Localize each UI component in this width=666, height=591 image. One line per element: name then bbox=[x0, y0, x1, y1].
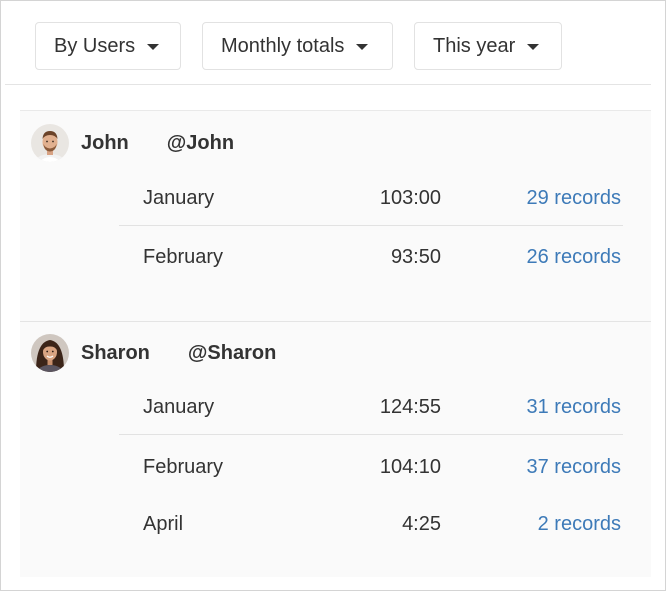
month-label: February bbox=[143, 246, 224, 268]
report-frame: By Users Monthly totals This year John @… bbox=[0, 0, 666, 591]
records-link[interactable]: 31 records bbox=[527, 396, 622, 419]
records-link[interactable]: 2 records bbox=[538, 513, 621, 536]
group-by-label: By Users bbox=[54, 34, 136, 57]
table-row: January 124:55 31 records bbox=[119, 382, 622, 432]
records-link[interactable]: 37 records bbox=[527, 456, 622, 479]
aggregation-dropdown[interactable]: Monthly totals bbox=[202, 22, 393, 70]
time-total: 93:50 bbox=[390, 246, 441, 268]
month-label: April bbox=[143, 513, 184, 535]
avatar bbox=[31, 334, 69, 372]
time-total: 103:00 bbox=[379, 187, 441, 209]
table-row: January 103:00 29 records bbox=[119, 173, 622, 223]
time-total: 4:25 bbox=[402, 513, 441, 535]
user-handle: @Sharon bbox=[187, 341, 277, 364]
row-divider bbox=[119, 434, 623, 435]
table-row: February 93:50 26 records bbox=[119, 232, 622, 282]
group-by-dropdown[interactable]: By Users bbox=[35, 22, 181, 70]
caret-down-icon bbox=[356, 44, 369, 50]
month-label: January bbox=[143, 396, 215, 418]
period-label: This year bbox=[433, 34, 516, 57]
time-total: 124:55 bbox=[379, 396, 441, 418]
aggregation-label: Monthly totals bbox=[221, 34, 345, 57]
records-link[interactable]: 29 records bbox=[527, 187, 622, 210]
row-divider bbox=[119, 225, 623, 226]
table-row: April 4:25 2 records bbox=[119, 499, 622, 549]
group-separator bbox=[20, 321, 651, 322]
time-total: 104:10 bbox=[379, 456, 441, 478]
avatar bbox=[31, 124, 69, 162]
user-name: Sharon bbox=[81, 341, 150, 364]
month-label: February bbox=[143, 456, 224, 478]
user-name: John bbox=[81, 131, 129, 154]
records-link[interactable]: 26 records bbox=[527, 246, 622, 269]
user-handle: @John bbox=[166, 131, 235, 154]
caret-down-icon bbox=[527, 44, 540, 50]
month-label: January bbox=[143, 187, 215, 209]
user-header-sharon: Sharon @Sharon bbox=[31, 333, 276, 373]
filter-toolbar: By Users Monthly totals This year bbox=[5, 1, 651, 85]
user-header-john: John @John bbox=[31, 123, 234, 163]
period-dropdown[interactable]: This year bbox=[414, 22, 562, 70]
caret-down-icon bbox=[147, 44, 160, 50]
table-row: February 104:10 37 records bbox=[119, 442, 622, 492]
